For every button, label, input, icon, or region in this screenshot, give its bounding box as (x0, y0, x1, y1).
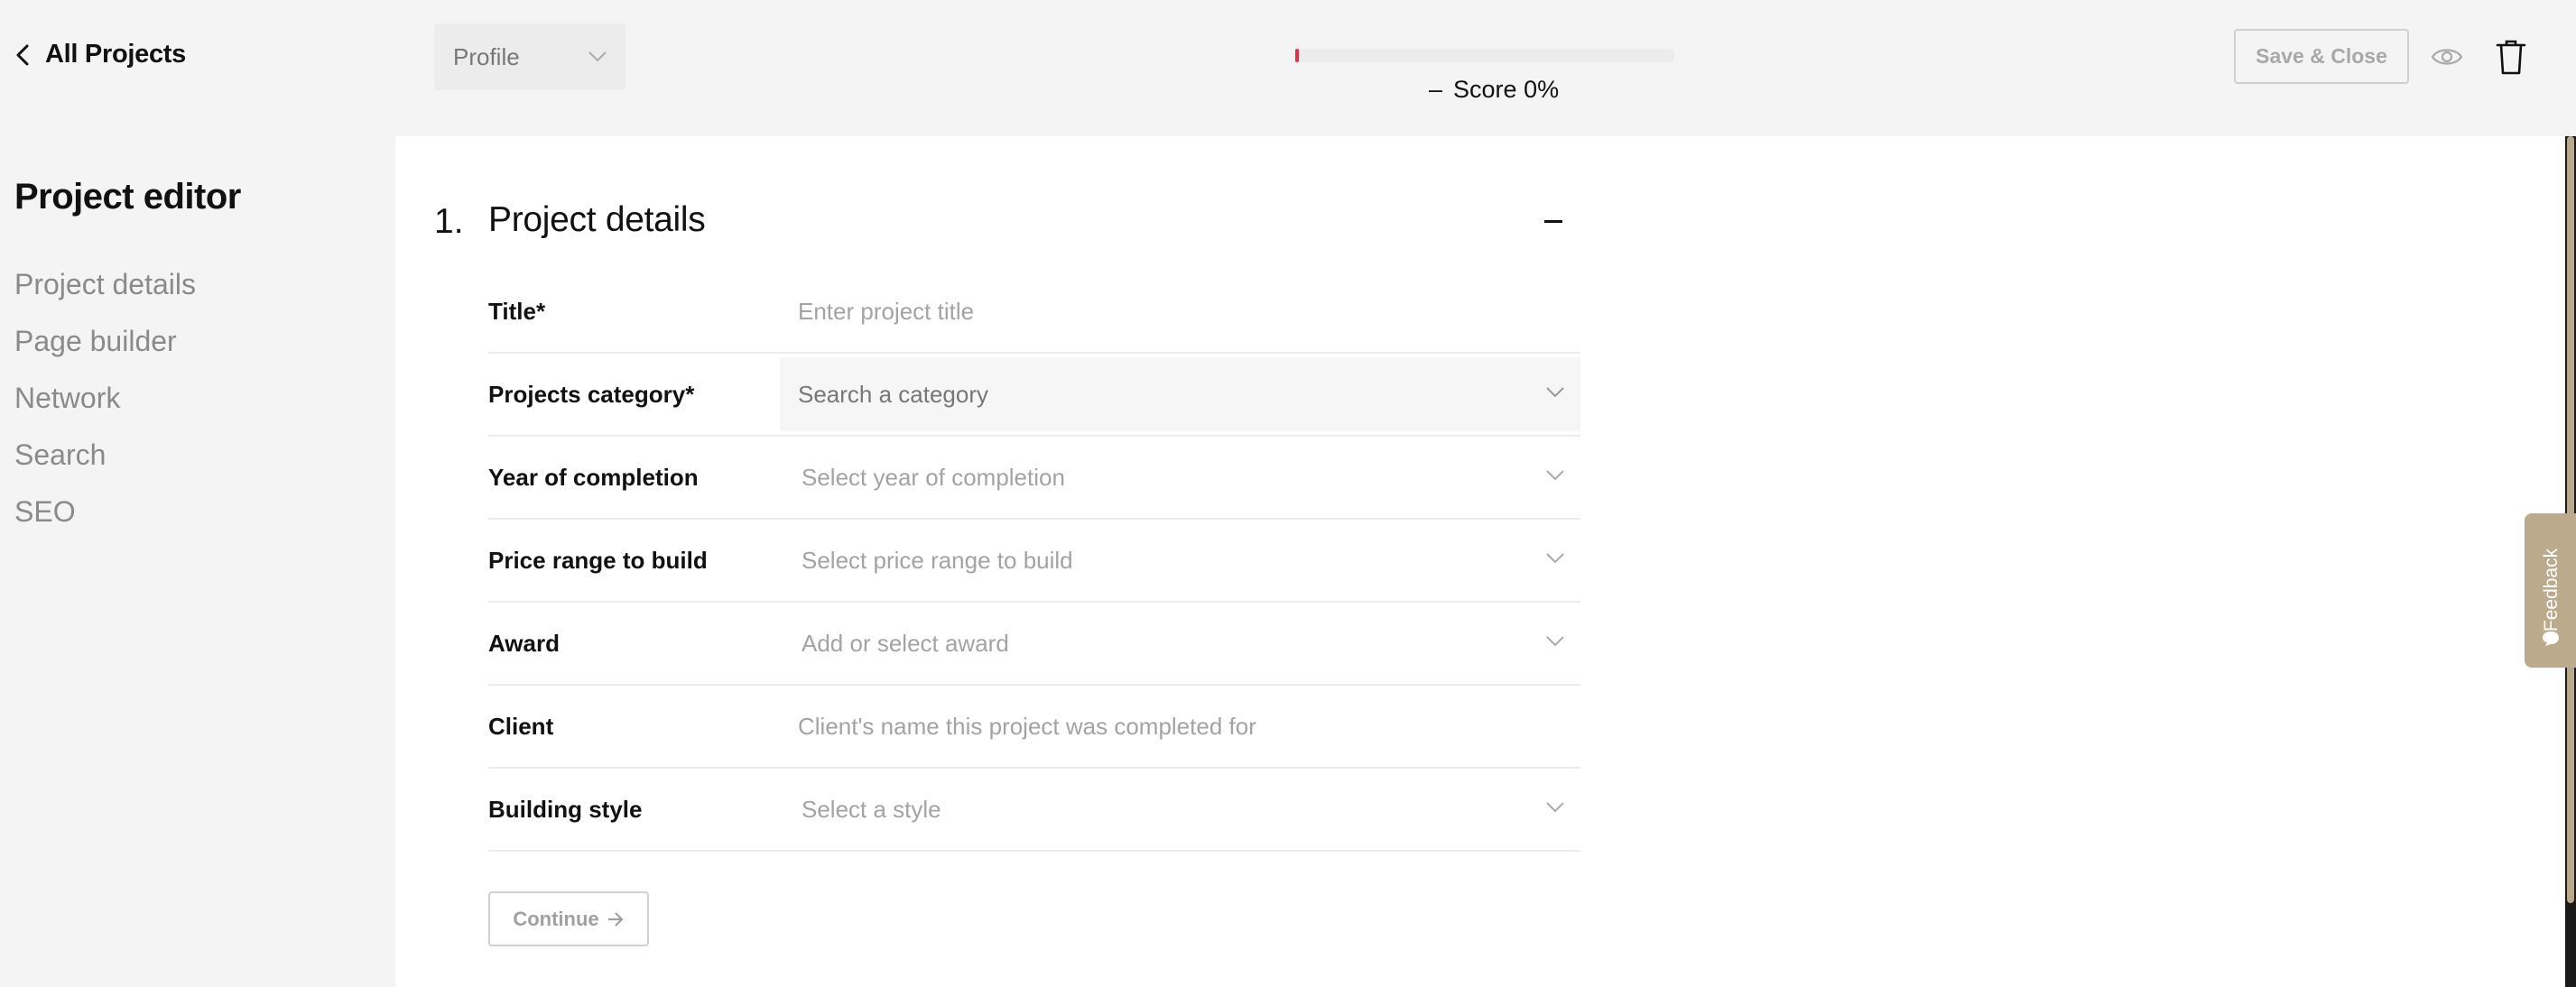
chevron-down-icon (1546, 553, 1564, 564)
eye-icon[interactable] (2431, 42, 2463, 71)
field-label: Price range to build (488, 546, 708, 574)
title-input[interactable]: Enter project title (780, 274, 1580, 348)
profile-dropdown-value: Profile (453, 42, 520, 70)
feedback-tab[interactable]: Feedback (2525, 513, 2576, 668)
building-style-select[interactable]: Select a style (780, 772, 1580, 846)
chevron-down-icon (1546, 387, 1564, 398)
chevron-left-icon (16, 44, 29, 65)
back-to-all-projects-link[interactable]: All Projects (13, 40, 186, 69)
score-indicator: – (1429, 76, 1443, 103)
score-progress-fill (1295, 49, 1299, 62)
save-and-close-button[interactable]: Save & Close (2234, 29, 2409, 84)
client-input[interactable]: Client's name this project was completed… (780, 689, 1580, 763)
chevron-down-icon (1546, 802, 1564, 813)
field-label: Title* (488, 297, 546, 325)
form-row-year-of-completion: Year of completion Select year of comple… (488, 437, 1580, 520)
score-readout: – Score 0% (1429, 76, 1559, 104)
score-label: Score 0% (1453, 76, 1560, 103)
continue-label: Continue (513, 907, 599, 930)
chevron-down-icon (1546, 470, 1564, 481)
sidebar-item-seo[interactable]: SEO (14, 495, 76, 529)
trash-icon[interactable] (2495, 38, 2527, 76)
field-label: Projects category* (488, 380, 695, 408)
form-row-price-range: Price range to build Select price range … (488, 520, 1580, 603)
sidebar-item-network[interactable]: Network (14, 382, 120, 415)
sidebar-item-project-details[interactable]: Project details (14, 268, 196, 301)
category-placeholder: Search a category (798, 380, 989, 408)
year-of-completion-select[interactable]: Select year of completion (780, 440, 1580, 514)
field-label: Client (488, 712, 554, 740)
award-placeholder: Add or select award (802, 629, 1009, 657)
arrow-right-icon (607, 911, 624, 927)
form-row-award: Award Add or select award (488, 603, 1580, 686)
field-label: Building style (488, 795, 643, 823)
top-bar: All Projects Profile – Score 0% Save & C… (0, 0, 2576, 135)
chevron-down-icon (588, 51, 607, 62)
field-label: Year of completion (488, 463, 699, 491)
building-style-placeholder: Select a style (802, 795, 941, 823)
chat-bubble-icon (2543, 632, 2559, 646)
section-title: Project details (488, 200, 706, 239)
section-number: 1. (434, 202, 464, 241)
sidebar-item-page-builder[interactable]: Page builder (14, 325, 177, 358)
form-row-title: Title* Enter project title (488, 271, 1580, 354)
sidebar-title: Project editor (14, 177, 241, 217)
price-range-select[interactable]: Select price range to build (780, 523, 1580, 597)
profile-dropdown[interactable]: Profile (434, 23, 625, 90)
back-link-label: All Projects (45, 40, 186, 69)
continue-button[interactable]: Continue (488, 891, 649, 946)
chevron-down-icon (1546, 636, 1564, 647)
collapse-section-button[interactable] (1542, 211, 1567, 231)
price-range-placeholder: Select price range to build (802, 546, 1073, 574)
score-progress-bar (1295, 49, 1674, 62)
form-row-projects-category: Projects category* Search a category (488, 354, 1580, 437)
feedback-label: Feedback (2541, 548, 2562, 632)
form-row-client: Client Client's name this project was co… (488, 686, 1580, 769)
field-label: Award (488, 629, 560, 657)
feedback-label-wrap: Feedback (2538, 540, 2565, 640)
sidebar-item-search[interactable]: Search (14, 438, 106, 472)
category-search-select[interactable]: Search a category (780, 357, 1580, 431)
award-select[interactable]: Add or select award (780, 606, 1580, 680)
form-row-building-style: Building style Select a style (488, 769, 1580, 852)
year-placeholder: Select year of completion (802, 463, 1065, 491)
